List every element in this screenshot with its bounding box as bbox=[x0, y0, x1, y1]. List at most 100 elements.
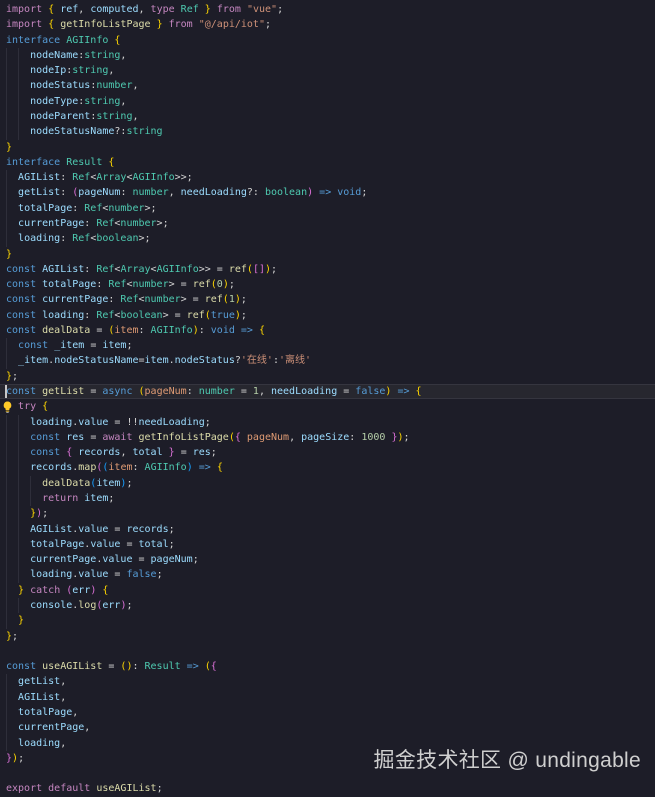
code-token: Ref bbox=[96, 264, 114, 275]
code-line[interactable]: currentPage, bbox=[0, 720, 655, 735]
code-line[interactable]: } bbox=[0, 613, 655, 628]
code-token: item bbox=[145, 355, 169, 366]
code-token: ; bbox=[157, 569, 163, 580]
code-line[interactable]: console.log(err); bbox=[0, 598, 655, 613]
code-line[interactable]: interface AGIInfo { bbox=[0, 33, 655, 48]
indent-guide bbox=[18, 491, 19, 506]
code-token: value bbox=[78, 417, 108, 428]
code-token: Ref bbox=[108, 279, 126, 290]
code-token: pageSize bbox=[301, 432, 349, 443]
code-line[interactable]: records.map((item: AGIInfo) => { bbox=[0, 460, 655, 475]
indent-guide bbox=[18, 445, 19, 460]
code-token: Ref bbox=[72, 172, 90, 183]
code-area[interactable]: import { ref, computed, type Ref } from … bbox=[0, 0, 655, 797]
code-line[interactable]: totalPage.value = total; bbox=[0, 537, 655, 552]
code-line[interactable]: return item; bbox=[0, 491, 655, 506]
code-token: totalPage bbox=[30, 539, 84, 550]
indent-guide bbox=[18, 522, 19, 537]
code-token: : bbox=[133, 462, 145, 473]
code-line[interactable]: } bbox=[0, 247, 655, 262]
code-token: false bbox=[126, 569, 156, 580]
code-token: , bbox=[289, 432, 301, 443]
indent-guide bbox=[6, 63, 7, 78]
code-token: : bbox=[72, 203, 84, 214]
code-token: export bbox=[6, 783, 42, 794]
code-line[interactable]: const useAGIList = (): Result => ({ bbox=[0, 659, 655, 674]
code-line[interactable]: loading: Ref<boolean>; bbox=[0, 231, 655, 246]
code-token: AGIList bbox=[18, 692, 60, 703]
code-line[interactable]: import { getInfoListPage } from "@/api/i… bbox=[0, 17, 655, 32]
code-line[interactable] bbox=[0, 644, 655, 659]
code-token: number bbox=[96, 80, 132, 91]
code-token: res bbox=[66, 432, 84, 443]
code-token: ?: bbox=[247, 187, 265, 198]
indent-guide bbox=[6, 491, 7, 506]
code-line[interactable]: const AGIList: Ref<Array<AGIInfo>> = ref… bbox=[0, 262, 655, 277]
code-line[interactable]: const loading: Ref<boolean> = ref(true); bbox=[0, 308, 655, 323]
code-line[interactable]: const totalPage: Ref<number> = ref(0); bbox=[0, 277, 655, 292]
code-token: import bbox=[6, 19, 42, 30]
code-token: : bbox=[84, 264, 96, 275]
code-token: item bbox=[114, 325, 138, 336]
code-token: const bbox=[30, 432, 60, 443]
code-line[interactable]: try { bbox=[0, 399, 655, 414]
code-token: currentPage bbox=[30, 554, 96, 565]
code-line[interactable]: getList, bbox=[0, 674, 655, 689]
code-token: () bbox=[120, 661, 132, 672]
code-line[interactable]: nodeStatus:number, bbox=[0, 78, 655, 93]
code-token: { bbox=[416, 386, 422, 397]
code-line[interactable]: nodeParent:string, bbox=[0, 109, 655, 124]
code-line[interactable]: nodeType:string, bbox=[0, 94, 655, 109]
code-token: : bbox=[60, 233, 72, 244]
code-token: totalPage bbox=[42, 279, 96, 290]
code-token: pageNum bbox=[247, 432, 289, 443]
code-line[interactable]: }; bbox=[0, 629, 655, 644]
code-token: ; bbox=[193, 554, 199, 565]
code-token: number bbox=[108, 203, 144, 214]
code-token: , bbox=[72, 707, 78, 718]
code-token: Array bbox=[96, 172, 126, 183]
code-line[interactable]: const _item = item; bbox=[0, 338, 655, 353]
code-line[interactable]: const getList = async (pageNum: number =… bbox=[0, 384, 655, 399]
code-line[interactable]: import { ref, computed, type Ref } from … bbox=[0, 2, 655, 17]
code-token: value bbox=[78, 524, 108, 535]
code-line[interactable]: loading.value = !!needLoading; bbox=[0, 415, 655, 430]
code-token: "vue" bbox=[247, 4, 277, 15]
code-line[interactable]: _item.nodeStatusName=item.nodeStatus?'在线… bbox=[0, 353, 655, 368]
code-line[interactable]: currentPage: Ref<number>; bbox=[0, 216, 655, 231]
code-line[interactable]: totalPage, bbox=[0, 705, 655, 720]
code-line[interactable]: }); bbox=[0, 506, 655, 521]
code-line[interactable]: const dealData = (item: AGIInfo): void =… bbox=[0, 323, 655, 338]
code-line[interactable]: nodeIp:string, bbox=[0, 63, 655, 78]
code-line[interactable]: const res = await getInfoListPage({ page… bbox=[0, 430, 655, 445]
indent-guide bbox=[18, 63, 19, 78]
code-token: value bbox=[78, 569, 108, 580]
code-line[interactable]: getList: (pageNum: number, needLoading?:… bbox=[0, 185, 655, 200]
code-line[interactable]: AGIList.value = records; bbox=[0, 522, 655, 537]
code-line[interactable]: AGIList: Ref<Array<AGIInfo>>; bbox=[0, 170, 655, 185]
code-line[interactable]: nodeName:string, bbox=[0, 48, 655, 63]
code-line[interactable]: AGIList, bbox=[0, 690, 655, 705]
code-line[interactable]: } catch (err) { bbox=[0, 583, 655, 598]
code-line[interactable]: } bbox=[0, 140, 655, 155]
code-token: : bbox=[139, 325, 151, 336]
code-token: >>; bbox=[175, 172, 193, 183]
indent-guide bbox=[6, 720, 7, 735]
code-token: records bbox=[126, 524, 168, 535]
code-line[interactable]: currentPage.value = pageNum; bbox=[0, 552, 655, 567]
code-line[interactable]: totalPage: Ref<number>; bbox=[0, 201, 655, 216]
code-line[interactable]: const currentPage: Ref<number> = ref(1); bbox=[0, 292, 655, 307]
code-token: nodeType bbox=[30, 96, 78, 107]
code-token: , bbox=[84, 722, 90, 733]
indent-guide bbox=[30, 476, 31, 491]
code-line[interactable]: const { records, total } = res; bbox=[0, 445, 655, 460]
code-line[interactable]: loading.value = false; bbox=[0, 567, 655, 582]
code-line[interactable]: nodeStatusName?:string bbox=[0, 124, 655, 139]
code-line[interactable]: interface Result { bbox=[0, 155, 655, 170]
code-line[interactable]: }; bbox=[0, 369, 655, 384]
code-token: string bbox=[84, 50, 120, 61]
code-line[interactable]: dealData(item); bbox=[0, 476, 655, 491]
code-token: => bbox=[199, 462, 211, 473]
code-line[interactable]: export default useAGIList; bbox=[0, 781, 655, 796]
code-token: value bbox=[90, 539, 120, 550]
